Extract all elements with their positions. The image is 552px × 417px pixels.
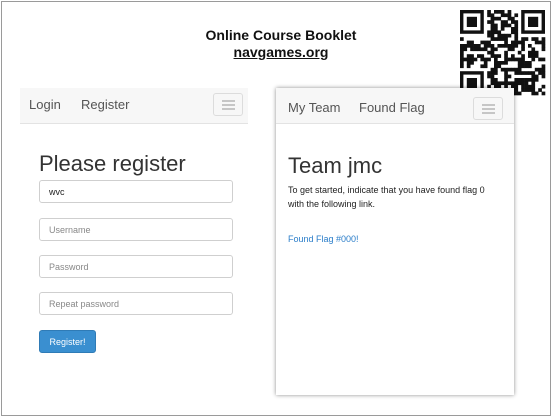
password-field[interactable]	[39, 255, 233, 278]
booklet-url[interactable]: navgames.org	[160, 44, 402, 61]
navbar: My Team Found Flag	[276, 88, 514, 124]
nav-login[interactable]: Login	[29, 97, 61, 112]
navbar: Login Register	[20, 88, 248, 124]
nav-register[interactable]: Register	[81, 97, 129, 112]
qr-code-icon	[460, 4, 546, 100]
username-field[interactable]	[39, 218, 233, 241]
menu-icon[interactable]	[213, 93, 243, 116]
register-button[interactable]: Register!	[39, 330, 96, 353]
page-title: Please register	[39, 151, 186, 176]
instructions-text: To get started, indicate that you have f…	[288, 185, 485, 209]
nav-my-team[interactable]: My Team	[288, 100, 341, 115]
repeat-password-field[interactable]	[39, 292, 233, 315]
booklet-header: Online Course Booklet navgames.org	[160, 27, 402, 61]
register-screen: Login Register Please register Register!	[20, 88, 248, 378]
nav-found-flag[interactable]: Found Flag	[359, 100, 425, 115]
team-screen: My Team Found Flag Team jmc To get start…	[276, 88, 514, 395]
team-name-field[interactable]	[39, 180, 233, 203]
found-flag-link[interactable]: Found Flag #000!	[288, 234, 359, 244]
team-title: Team jmc	[288, 153, 383, 178]
menu-icon[interactable]	[473, 97, 503, 120]
booklet-title: Online Course Booklet	[205, 27, 357, 43]
